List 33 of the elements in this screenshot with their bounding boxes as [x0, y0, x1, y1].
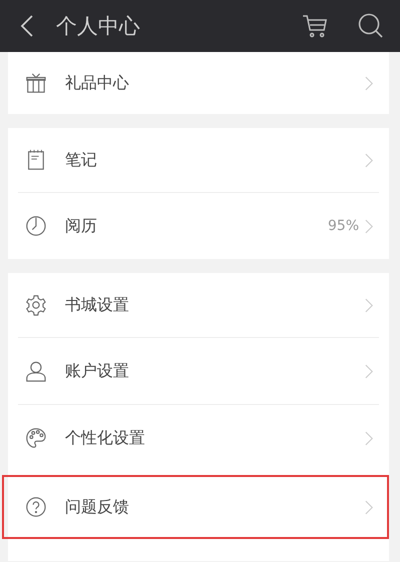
chevron-icon: [365, 500, 373, 514]
notepad-icon: [25, 149, 47, 171]
question-icon: [25, 496, 47, 518]
item-label: 问题反馈: [65, 496, 130, 518]
menu-item[interactable]: 笔记: [18, 128, 379, 192]
item-label: 账户设置: [65, 360, 130, 382]
item-label: 个性化设置: [65, 428, 146, 448]
chevron-icon: [365, 298, 373, 312]
back-icon[interactable]: [20, 14, 34, 38]
page-title: 个人中心: [56, 13, 141, 40]
menu-item[interactable]: 个性化设置: [18, 404, 379, 471]
gift-icon: [25, 72, 47, 94]
clock-icon: [25, 215, 47, 237]
gear-icon: [25, 294, 47, 316]
search-icon[interactable]: [358, 13, 384, 39]
chevron-icon: [365, 218, 373, 234]
palette-icon: [25, 427, 47, 449]
item-value: 95%: [328, 218, 359, 234]
item-label: 书城设置: [65, 294, 130, 316]
item-label: 笔记: [65, 150, 98, 170]
menu-item[interactable]: 问题反馈: [18, 477, 379, 537]
chevron-icon: [365, 152, 373, 168]
menu-item[interactable]: 阅历 95%: [18, 192, 379, 259]
person-icon: [25, 360, 47, 382]
menu-item[interactable]: 礼品中心: [18, 52, 379, 114]
item-label: 阅历: [65, 216, 98, 236]
chevron-icon: [365, 76, 373, 90]
chevron-icon: [365, 430, 373, 446]
item-label: 礼品中心: [65, 72, 130, 94]
menu-item[interactable]: 账户设置: [18, 337, 379, 404]
menu-item[interactable]: 书城设置: [18, 273, 379, 337]
chevron-icon: [365, 364, 373, 378]
cart-icon[interactable]: [302, 13, 328, 39]
